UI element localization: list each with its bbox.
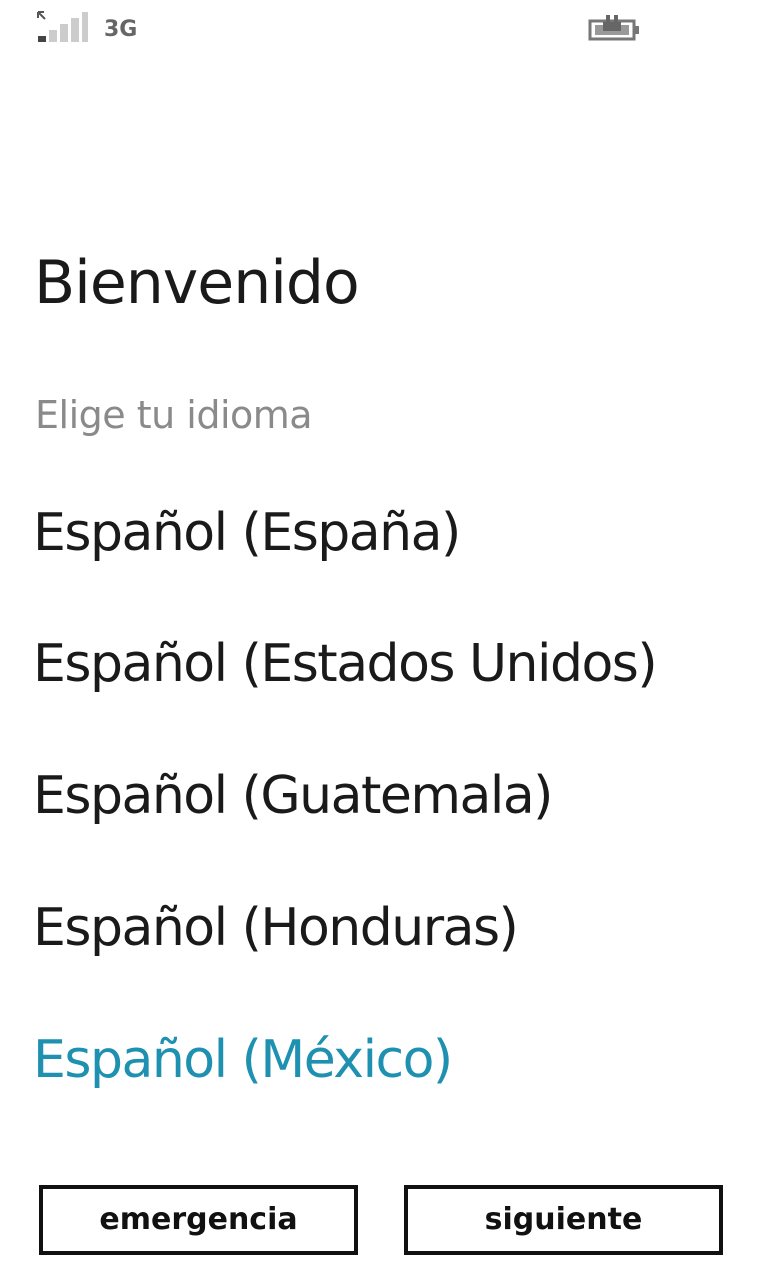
network-type-label: 3G [104, 17, 138, 42]
next-button[interactable]: siguiente [404, 1185, 723, 1255]
language-option-es-us[interactable]: Español (Estados Unidos) [33, 609, 753, 719]
signal-strength-icon [37, 11, 88, 42]
language-option-es-es[interactable]: Español (España) [33, 478, 753, 588]
language-option-es-hn[interactable]: Español (Honduras) [33, 873, 753, 983]
emergency-button[interactable]: emergencia [39, 1185, 358, 1255]
status-bar: 3G [0, 0, 768, 60]
page-title: Bienvenido [34, 248, 360, 318]
language-prompt: Elige tu idioma [35, 393, 313, 437]
language-option-es-mx[interactable]: Español (México) [33, 1005, 753, 1115]
battery-charging-icon [588, 15, 639, 41]
language-option-es-gt[interactable]: Español (Guatemala) [33, 741, 753, 851]
